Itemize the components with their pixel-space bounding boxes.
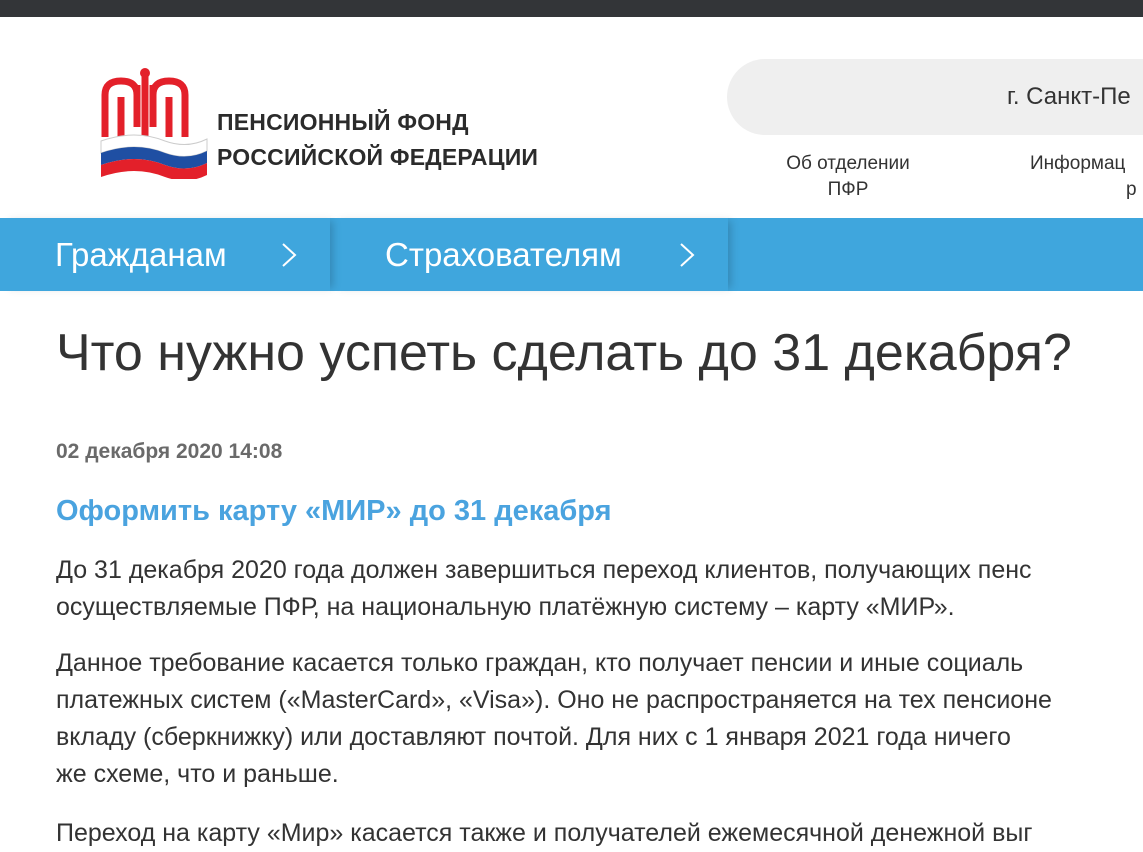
top-link-info[interactable]: Информац р: [1030, 151, 1143, 203]
top-link-about[interactable]: Об отделении ПФР: [762, 151, 934, 203]
nav-item-insurers-label: Страхователям: [385, 236, 622, 273]
article-date: 02 декабря 2020 14:08: [56, 440, 283, 463]
paragraph-line: вкладу (сберкнижку) или доставляют почто…: [56, 723, 1011, 751]
logo-title-line1: ПЕНСИОННЫЙ ФОНД: [217, 109, 469, 135]
top-link-about-line2: ПФР: [827, 179, 869, 200]
logo-title-line2: РОССИЙСКОЙ ФЕДЕРАЦИИ: [217, 144, 539, 170]
browser-top-bar: [0, 0, 1143, 17]
pfr-logo-icon[interactable]: [95, 67, 215, 179]
paragraph-line: Данное требование касается только гражда…: [56, 649, 1024, 677]
page-title: Что нужно успеть сделать до 31 декабря?: [56, 324, 1072, 382]
top-link-about-line1: Об отделении: [786, 153, 910, 174]
logo-title[interactable]: ПЕНСИОННЫЙ ФОНД РОССИЙСКОЙ ФЕДЕРАЦИИ: [217, 105, 538, 175]
paragraph-line: же схеме, что и раньше.: [56, 760, 339, 788]
paragraph-line: осуществляемые ПФР, на национальную плат…: [56, 593, 955, 621]
nav-item-citizens-label: Гражданам: [55, 236, 227, 273]
chevron-right-icon: [282, 243, 297, 267]
paragraph-line: До 31 декабря 2020 года должен завершить…: [56, 556, 1032, 584]
paragraph-line: платежных систем («MasterCard», «Visa»).…: [56, 686, 1052, 714]
article-paragraph-3: Переход на карту «Мир» касается также и …: [56, 815, 1032, 852]
top-link-info-line1: Информац: [1030, 153, 1126, 174]
site-header: ПЕНСИОННЫЙ ФОНД РОССИЙСКОЙ ФЕДЕРАЦИИ г. …: [0, 17, 1143, 218]
main-nav: Гражданам Страхователям: [0, 218, 1143, 291]
region-selector[interactable]: г. Санкт-Пе: [727, 59, 1143, 135]
article-paragraph-1: До 31 декабря 2020 года должен завершить…: [56, 552, 1032, 626]
article-paragraph-2: Данное требование касается только гражда…: [56, 645, 1052, 793]
nav-item-insurers[interactable]: Страхователям: [330, 218, 728, 291]
paragraph-line: Переход на карту «Мир» касается также и …: [56, 819, 1033, 847]
chevron-right-icon: [680, 243, 695, 267]
article-subheading: Оформить карту «МИР» до 31 декабря: [56, 495, 612, 527]
top-link-info-line2: р: [1126, 179, 1137, 200]
nav-item-citizens[interactable]: Гражданам: [0, 218, 330, 291]
